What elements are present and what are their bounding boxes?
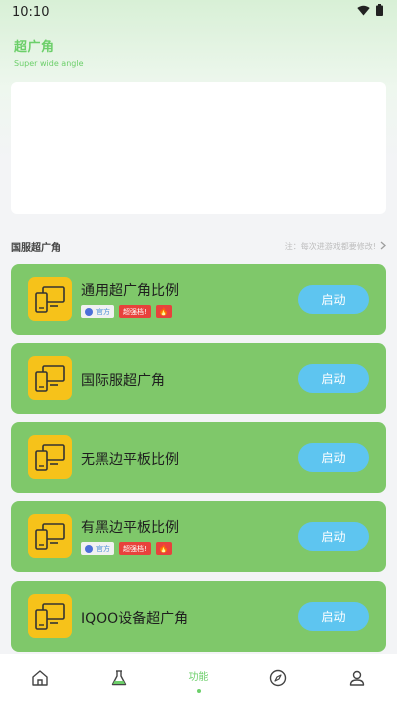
phone-tablet-icon <box>28 277 72 321</box>
status-bar: 10:10 <box>0 0 397 24</box>
feature-card[interactable]: IQOO设备超广角 启动 <box>11 581 386 652</box>
feature-card[interactable]: 有黑边平板比例 官方 超强档! 🔥 启动 <box>11 501 386 572</box>
flask-icon <box>110 669 128 691</box>
phone-tablet-icon <box>28 356 72 400</box>
card-title: 国际服超广角 <box>81 373 165 389</box>
banner-area <box>11 82 386 214</box>
section-note[interactable]: 注：每次进游戏都要修改! <box>285 241 386 252</box>
nav-discover[interactable] <box>238 654 317 706</box>
section-header: 国服超广角 注：每次进游戏都要修改! <box>11 238 386 254</box>
card-title: 有黑边平板比例 <box>81 520 179 536</box>
chevron-right-icon <box>380 241 386 252</box>
nav-lab[interactable] <box>79 654 158 706</box>
card-tags: 官方 超强档! 🔥 <box>81 305 172 318</box>
launch-button[interactable]: 启动 <box>298 602 369 631</box>
nav-function-label: 功能 <box>188 671 209 683</box>
nav-function[interactable]: 功能 <box>159 654 238 706</box>
battery-icon <box>376 4 383 20</box>
fire-icon: 🔥 <box>155 305 172 318</box>
card-title: 无黑边平板比例 <box>81 452 179 468</box>
phone-tablet-icon <box>28 594 72 638</box>
globe-icon <box>85 307 93 316</box>
hot-tag: 超强档! <box>119 542 151 555</box>
launch-button[interactable]: 启动 <box>298 522 369 551</box>
hot-tag: 超强档! <box>119 305 151 318</box>
page-title: 超广角 <box>14 40 55 55</box>
globe-icon <box>85 544 93 553</box>
nav-profile[interactable] <box>318 654 397 706</box>
user-icon <box>348 669 366 691</box>
compass-icon <box>269 669 287 691</box>
official-tag: 官方 <box>81 542 114 555</box>
active-indicator <box>196 688 201 693</box>
status-time: 10:10 <box>12 4 50 20</box>
fire-icon: 🔥 <box>155 542 172 555</box>
launch-button[interactable]: 启动 <box>298 285 369 314</box>
page-header: 超广角 Super wide angle <box>14 36 83 68</box>
feature-card[interactable]: 通用超广角比例 官方 超强档! 🔥 启动 <box>11 264 386 335</box>
home-icon <box>31 669 49 691</box>
section-note-text: 注：每次进游戏都要修改! <box>284 241 376 251</box>
card-title: 通用超广角比例 <box>81 283 179 299</box>
card-title: IQOO设备超广角 <box>81 611 189 627</box>
launch-button[interactable]: 启动 <box>298 364 369 393</box>
card-tags: 官方 超强档! 🔥 <box>81 542 172 555</box>
official-tag: 官方 <box>81 305 114 318</box>
bottom-nav: 功能 <box>0 654 397 706</box>
section-title: 国服超广角 <box>11 242 61 254</box>
wifi-icon <box>357 5 370 20</box>
phone-tablet-icon <box>28 514 72 558</box>
launch-button[interactable]: 启动 <box>298 443 369 472</box>
feature-card[interactable]: 无黑边平板比例 启动 <box>11 422 386 493</box>
page-subtitle: Super wide angle <box>14 59 84 68</box>
nav-home[interactable] <box>0 654 79 706</box>
feature-card[interactable]: 国际服超广角 启动 <box>11 343 386 414</box>
phone-tablet-icon <box>28 435 72 479</box>
